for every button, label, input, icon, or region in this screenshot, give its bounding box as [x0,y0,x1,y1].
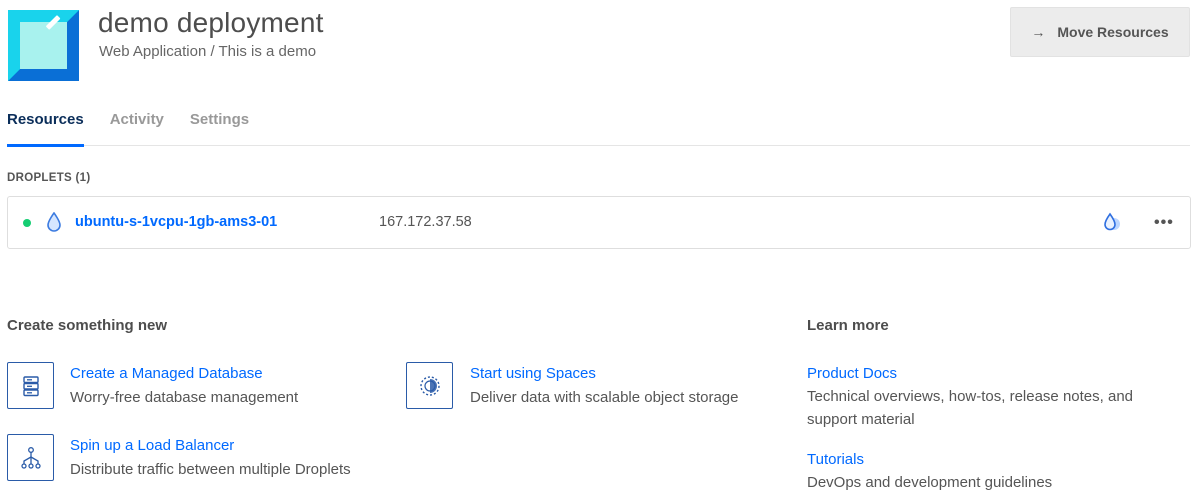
load-balancer-icon[interactable] [7,434,54,481]
product-docs-link[interactable]: Product Docs [807,365,897,382]
project-cube-icon [8,10,79,81]
database-icon[interactable] [7,362,54,409]
arrow-right-icon: → [1031,24,1046,40]
load-balancer-desc: Distribute traffic between multiple Drop… [70,461,351,478]
status-indicator [23,219,31,227]
product-docs-desc: Technical overviews, how-tos, release no… [807,388,1134,428]
droplet-name-link[interactable]: ubuntu-s-1vcpu-1gb-ams3-01 [75,214,277,230]
create-heading: Create something new [7,317,168,334]
move-resources-label: Move Resources [1057,24,1169,40]
tab-resources[interactable]: Resources [7,108,84,147]
create-database-desc: Worry-free database management [70,389,299,406]
more-options-icon[interactable]: ••• [1154,214,1174,232]
project-icon[interactable] [8,10,79,81]
tutorials-desc: DevOps and development guidelines [807,474,1053,491]
droplets-section-label: DROPLETS (1) [7,172,91,184]
load-balancer-link[interactable]: Spin up a Load Balancer [70,437,234,454]
start-spaces-desc: Deliver data with scalable object storag… [470,389,739,406]
tab-bar: Resources Activity Settings [7,108,1190,147]
droplet-row: ubuntu-s-1vcpu-1gb-ams3-01 167.172.37.58… [7,196,1191,249]
droplet-icon [46,211,62,237]
tab-settings[interactable]: Settings [190,108,249,146]
tutorials-link[interactable]: Tutorials [807,451,864,468]
droplet-console-icon[interactable] [1102,212,1122,237]
page-title: demo deployment [98,7,324,38]
droplet-ip-address: 167.172.37.58 [379,214,472,230]
move-resources-button[interactable]: → Move Resources [1010,7,1190,57]
tab-activity[interactable]: Activity [110,108,164,146]
learn-heading: Learn more [807,317,889,334]
start-spaces-link[interactable]: Start using Spaces [470,365,596,382]
create-database-link[interactable]: Create a Managed Database [70,365,263,382]
spaces-icon[interactable] [406,362,453,409]
project-subtitle: Web Application / This is a demo [99,43,317,60]
